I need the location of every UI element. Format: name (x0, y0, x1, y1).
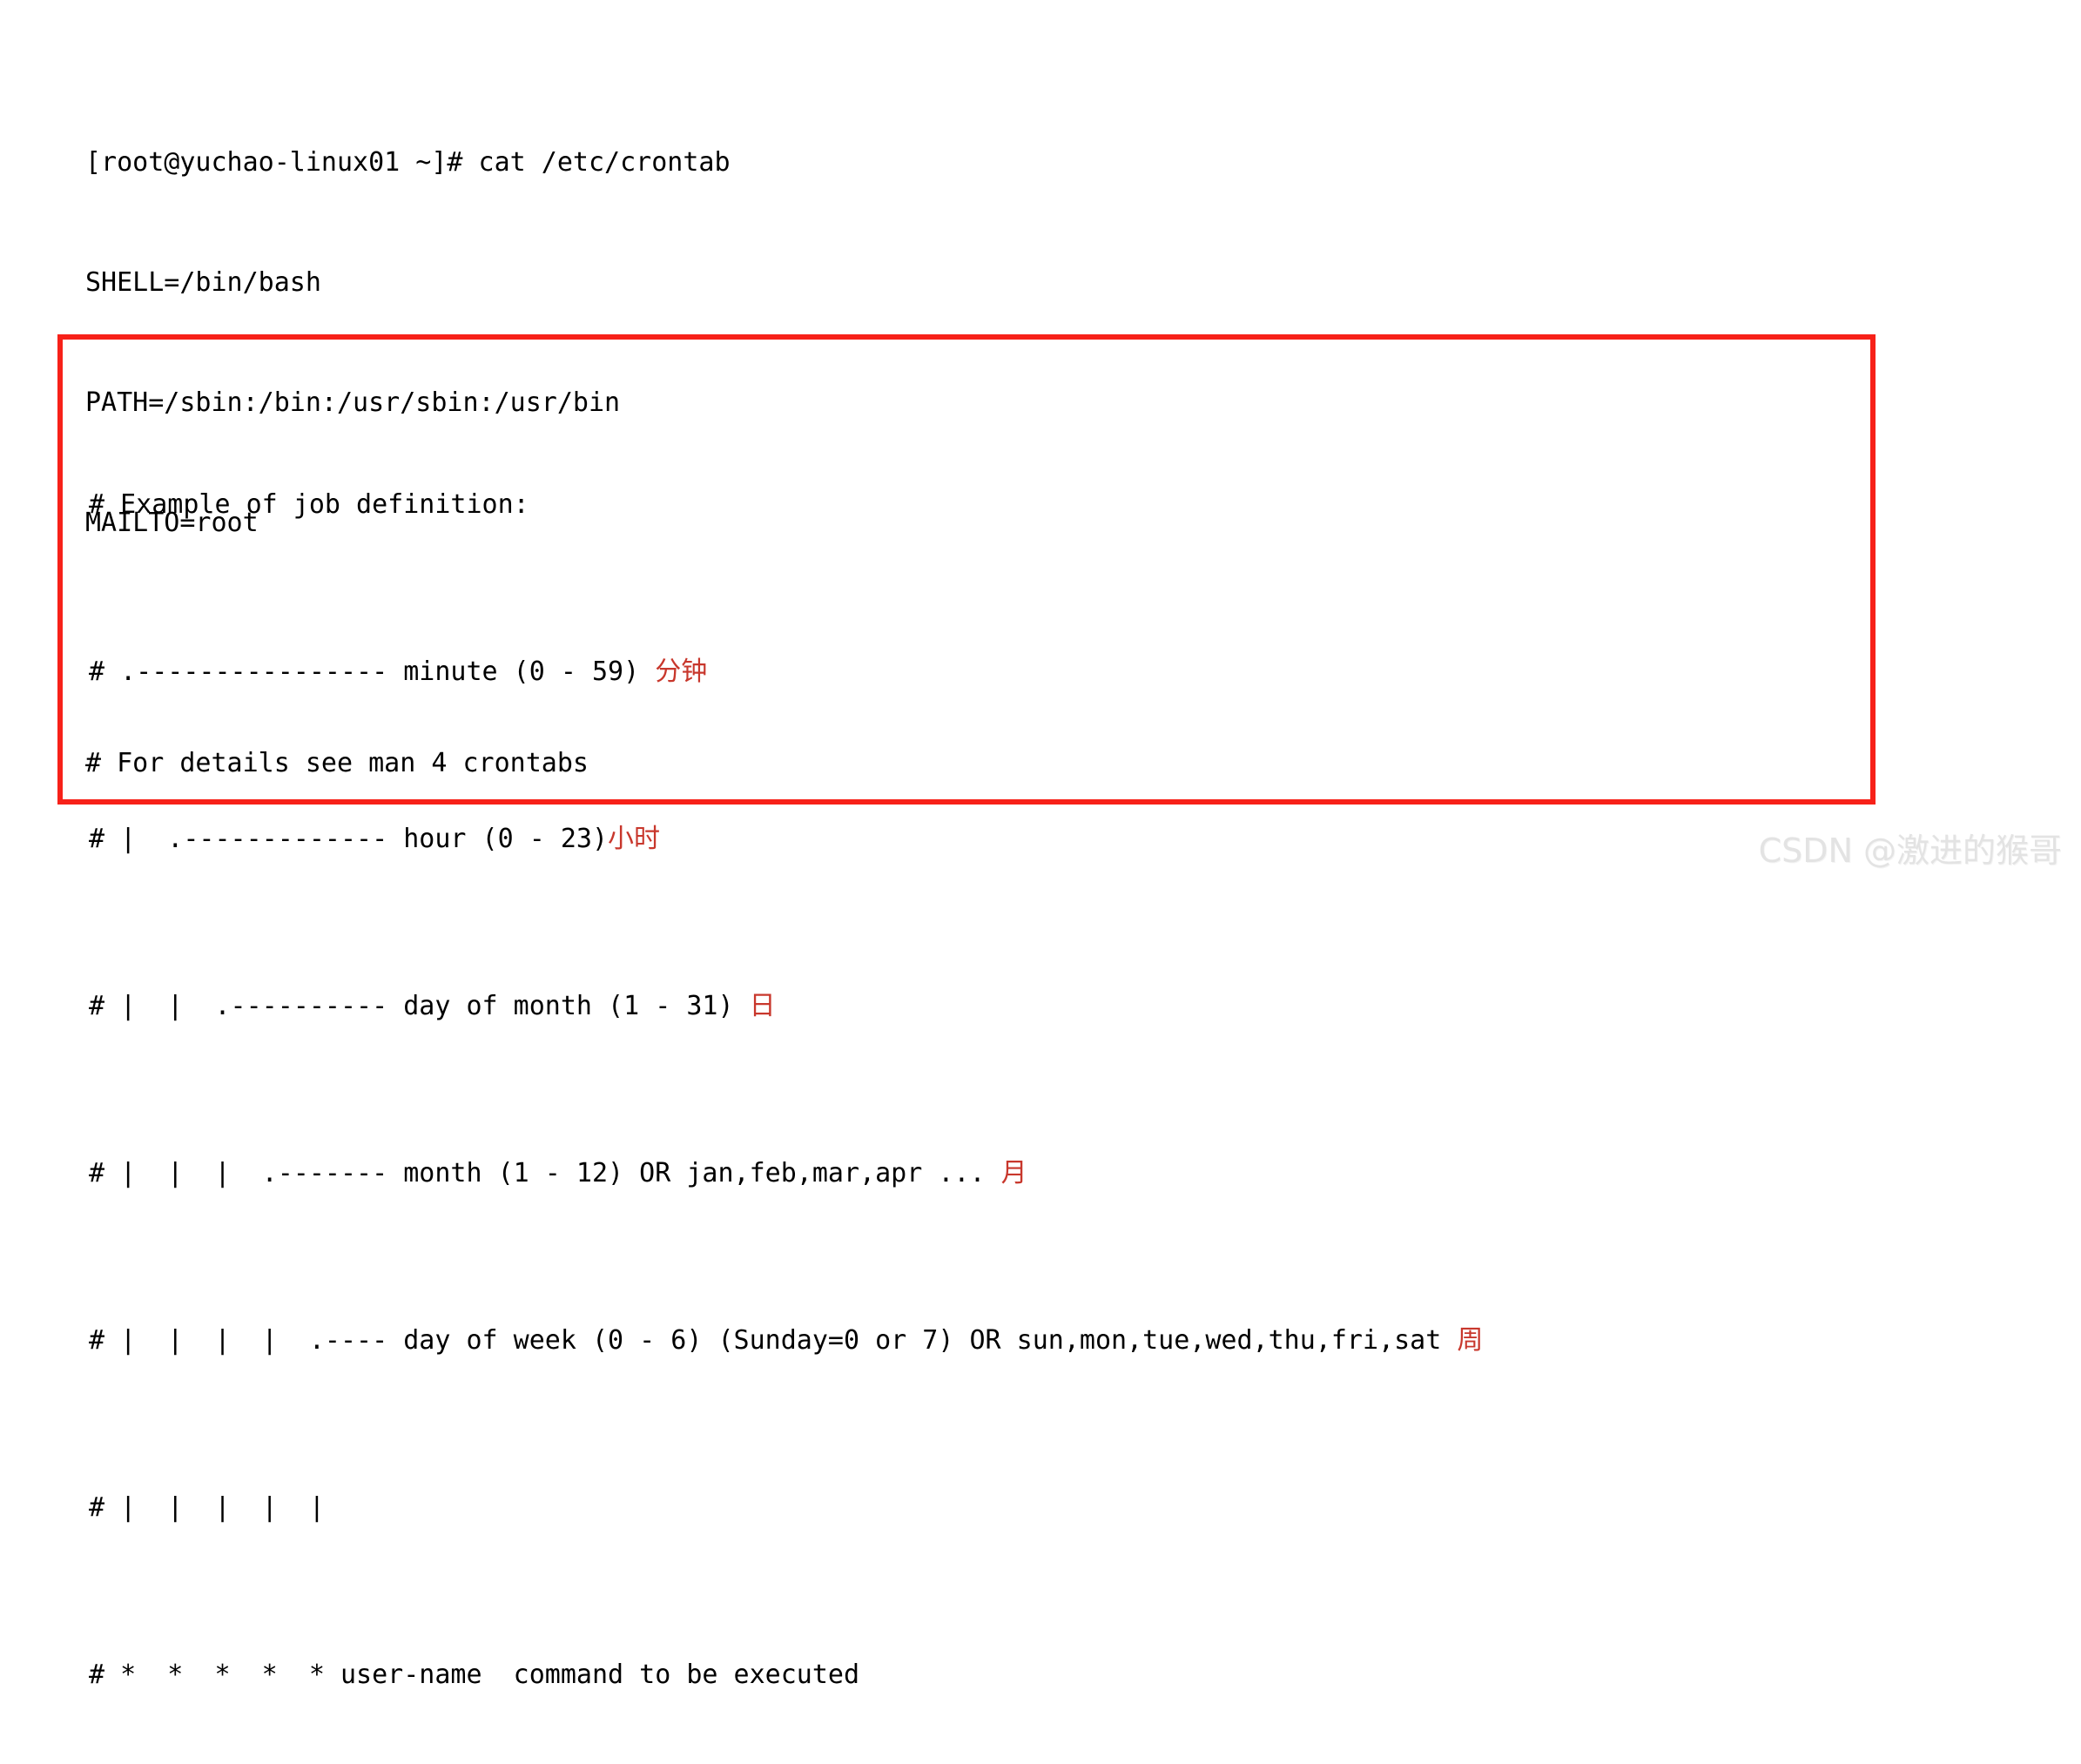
csdn-watermark: CSDN @激进的猴哥 (1758, 832, 2062, 870)
box-line-month: # | | | .------- month (1 - 12) OR jan,f… (89, 1153, 1483, 1195)
box-line-pipes: # | | | | | (89, 1487, 1483, 1529)
box-line-code: # Example of job definition: (89, 489, 529, 520)
annotation-day-of-week-cn: 周 (1457, 1325, 1484, 1356)
box-line-code: # | | .---------- day of month (1 - 31) (89, 991, 750, 1021)
crontab-format-highlight-box: # Example of job definition: # .--------… (57, 334, 1876, 1690)
box-line-minute: # .---------------- minute (0 - 59) 分钟 (89, 651, 1483, 693)
box-line-code: # | | | | .---- day of week (0 - 6) (Sun… (89, 1325, 1458, 1356)
box-line-hour: # | .------------- hour (0 - 23)小时 (89, 818, 1483, 860)
box-line-code: # * * * * * user-name command to be exec… (89, 1660, 860, 1690)
box-line-code: # | | | .------- month (1 - 12) OR jan,f… (89, 1158, 1001, 1188)
crontab-format-text: # Example of job definition: # .--------… (89, 359, 1483, 1764)
box-line-day-of-week: # | | | | .---- day of week (0 - 6) (Sun… (89, 1320, 1483, 1362)
annotation-day-of-month-cn: 日 (749, 991, 776, 1021)
terminal-line-shell: SHELL=/bin/bash (85, 267, 321, 298)
box-line-code: # .---------------- minute (0 - 59) (89, 656, 656, 687)
box-line-code: # | | | | | (89, 1492, 325, 1523)
terminal-prompt-line: [root@yuchao-linux01 ~]# cat /etc/cronta… (85, 147, 731, 178)
box-line-code: # | .------------- hour (0 - 23) (89, 824, 609, 854)
annotation-month-cn: 月 (1000, 1158, 1027, 1188)
box-line-day-of-month: # | | .---------- day of month (1 - 31) … (89, 986, 1483, 1027)
annotation-hour-cn: 小时 (608, 824, 661, 854)
box-line-example-header: # Example of job definition: (89, 484, 1483, 526)
annotation-minute-cn: 分钟 (655, 656, 708, 687)
box-line-asterisks-command: # * * * * * user-name command to be exec… (89, 1654, 1483, 1696)
